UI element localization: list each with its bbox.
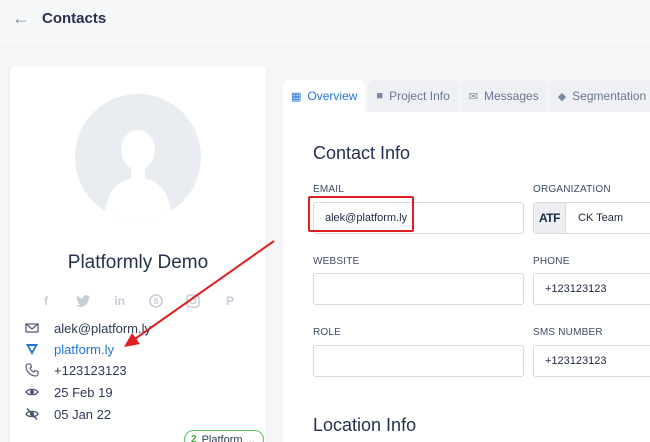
tab-messages[interactable]: ✉ Messages (460, 80, 547, 112)
envelope-icon: ✉ (468, 90, 478, 103)
organization-label: ORGANIZATION (533, 184, 611, 195)
profile-phone: +123123123 (54, 362, 127, 378)
profile-last-seen-date: 05 Jan 22 (54, 406, 112, 422)
sms-number-field[interactable]: +123123123 (533, 345, 650, 377)
platformly-logo-icon (24, 341, 40, 357)
tab-project-info[interactable]: ■ Project Info (368, 80, 458, 112)
phone-field[interactable]: +123123123 (533, 273, 650, 305)
location-info-title: Location Info (313, 415, 417, 435)
profile-phone-row: +123123123 (24, 362, 127, 378)
linkedin-icon[interactable]: in (112, 293, 128, 309)
profile-email-row: alek@platform.ly (24, 320, 151, 336)
tab-overview[interactable]: ▦ Overview (283, 80, 366, 112)
twitter-icon[interactable] (75, 293, 91, 309)
overview-panel: Contact Info EMAIL alek@platform.ly ORGA… (283, 112, 650, 442)
role-label: ROLE (313, 327, 342, 338)
avatar (75, 94, 201, 220)
instagram-icon[interactable] (185, 293, 201, 309)
profile-card: Platformly Demo f in S P alek@platform.l… (10, 66, 266, 442)
organization-value: CK Team (578, 212, 624, 224)
role-field[interactable] (313, 345, 524, 377)
tag-icon: ◆ (557, 90, 567, 103)
profile-website-link[interactable]: platform.ly (54, 342, 114, 357)
phone-icon (24, 362, 40, 378)
segment-badge[interactable]: 2 Platform.... (184, 430, 264, 442)
tab-messages-label: Messages (484, 89, 539, 103)
social-links: f in S P (38, 293, 238, 309)
page-title: Contacts (42, 10, 107, 27)
segment-badge-count: 2 (191, 434, 197, 442)
profile-name: Platformly Demo (67, 252, 209, 273)
eye-icon (24, 384, 40, 400)
profile-created-date: 25 Feb 19 (54, 384, 113, 400)
website-field[interactable] (313, 273, 524, 305)
organization-field[interactable]: ATF CK Team (533, 202, 650, 234)
contact-tabs: ▦ Overview ■ Project Info ✉ Messages ◆ S… (283, 80, 650, 112)
pinterest-icon[interactable]: P (222, 293, 238, 309)
tab-segmentation-label: Segmentation (572, 89, 647, 103)
person-silhouette-icon (75, 94, 201, 220)
eye-slash-icon (24, 406, 40, 422)
phone-label: PHONE (533, 256, 570, 267)
profile-created-row: 25 Feb 19 (24, 384, 113, 400)
contact-info-title: Contact Info (313, 143, 411, 163)
arrow-left-icon[interactable]: ← (12, 8, 30, 29)
grid-icon: ▦ (291, 90, 302, 103)
tab-segmentation[interactable]: ◆ Segmentation (549, 80, 650, 112)
tab-project-info-label: Project Info (389, 89, 450, 103)
website-label: WEBSITE (313, 256, 360, 267)
organization-logo: ATF (534, 203, 566, 233)
envelope-icon (24, 320, 40, 336)
email-field[interactable]: alek@platform.ly (313, 202, 524, 234)
segment-badge-label: Platform.... (201, 433, 255, 442)
profile-email: alek@platform.ly (54, 320, 152, 336)
tab-overview-label: Overview (307, 89, 358, 103)
skype-icon[interactable]: S (148, 293, 164, 309)
profile-last-seen-row: 05 Jan 22 (24, 406, 111, 422)
profile-website-row[interactable]: platform.ly (24, 341, 114, 357)
facebook-icon[interactable]: f (38, 293, 54, 309)
svg-text:S: S (154, 297, 160, 306)
folder-icon: ■ (376, 90, 384, 102)
email-label: EMAIL (313, 184, 345, 195)
sms-number-label: SMS NUMBER (533, 327, 603, 338)
top-bar: ← Contacts (0, 0, 650, 44)
